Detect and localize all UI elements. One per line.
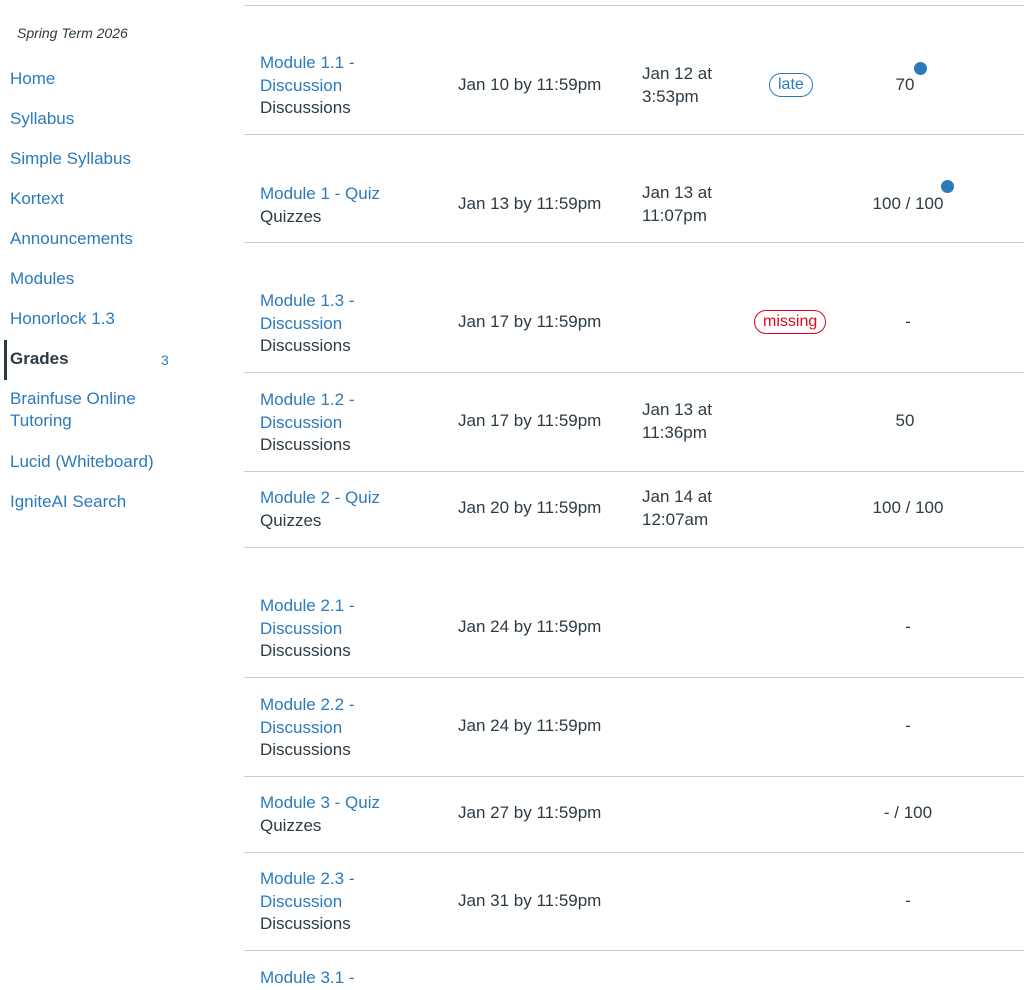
course-navigation: Spring Term 2026 Home Syllabus Simple Sy… (0, 0, 240, 988)
assignment-title-link[interactable]: Discussion (260, 618, 355, 641)
due-date: Jan 24 by 11:59pm (458, 617, 602, 636)
nav-announcements[interactable]: Announcements (10, 228, 210, 250)
row-separator (244, 547, 1024, 548)
submitted-date-line: Jan 13 at (642, 183, 712, 202)
due-date: Jan 27 by 11:59pm (458, 803, 602, 822)
assignment-name-cell: Module 2.3 - Discussion Discussions (260, 868, 355, 936)
assignment-type: Discussions (260, 435, 351, 454)
due-date: Jan 20 by 11:59pm (458, 498, 602, 517)
assignment-type: Discussions (260, 641, 351, 660)
submitted-date: Jan 14 at 12:07am (642, 486, 712, 531)
score: 50 (895, 411, 915, 430)
nav-kortext[interactable]: Kortext (10, 188, 210, 210)
assignment-type: Quizzes (260, 815, 322, 835)
assignment-type: Discussions (260, 336, 351, 355)
row-separator (244, 372, 1024, 373)
assignment-name-cell: Module 2.2 - Discussion Discussions (260, 694, 355, 762)
submitted-date: Jan 13 at 11:07pm (642, 182, 712, 227)
score: - (905, 891, 911, 910)
row-separator (244, 242, 1024, 243)
assignment-title-link[interactable]: Module 3.1 - (260, 967, 355, 990)
assignment-name-cell: Module 1.2 - Discussion Discussions (260, 389, 355, 457)
assignment-type: Discussions (260, 740, 351, 759)
due-date: Jan 31 by 11:59pm (458, 891, 602, 910)
nav-syllabus[interactable]: Syllabus (10, 108, 210, 130)
assignment-type: Discussions (260, 914, 351, 933)
nav-simple-syllabus[interactable]: Simple Syllabus (10, 148, 210, 170)
unread-indicator-icon (941, 180, 954, 193)
submitted-date-line: 11:36pm (642, 422, 707, 442)
nav-brainfuse-tutoring[interactable]: Brainfuse Online Tutoring (10, 388, 210, 432)
nav-home[interactable]: Home (10, 68, 210, 90)
due-date: Jan 17 by 11:59pm (458, 411, 602, 430)
assignment-title-link[interactable]: Module 1.3 - (260, 290, 355, 313)
assignment-type: Quizzes (260, 206, 322, 226)
row-separator (244, 950, 1024, 951)
submitted-date-line: Jan 14 at (642, 487, 712, 506)
due-date: Jan 13 by 11:59pm (458, 194, 602, 213)
assignment-name-cell: Module 3 - Quiz Quizzes (260, 792, 380, 837)
assignment-title-link[interactable]: Module 1 - Quiz (260, 183, 380, 206)
assignment-title-link[interactable]: Module 2.1 - (260, 595, 355, 618)
active-indicator (4, 340, 7, 380)
score: - (905, 617, 911, 636)
unread-indicator-icon (914, 62, 927, 75)
score: 70 (895, 75, 915, 94)
submitted-date-line: Jan 12 at (642, 64, 712, 83)
nav-modules[interactable]: Modules (10, 268, 210, 290)
assignment-type: Quizzes (260, 510, 322, 530)
submitted-date: Jan 12 at 3:53pm (642, 63, 712, 108)
score: 100 / 100 (872, 194, 944, 213)
assignment-title-link[interactable]: Module 2.2 - (260, 694, 355, 717)
row-separator (244, 5, 1024, 6)
row-separator (244, 471, 1024, 472)
score: - / 100 (883, 803, 933, 822)
assignment-title-link[interactable]: Discussion (260, 313, 355, 336)
assignment-type: Discussions (260, 98, 351, 117)
assignment-name-cell: Module 1.1 - Discussion Discussions (260, 52, 355, 120)
row-separator (244, 852, 1024, 853)
score: - (905, 312, 911, 331)
assignment-name-cell: Module 1.3 - Discussion Discussions (260, 290, 355, 358)
assignment-title-link[interactable]: Discussion (260, 891, 355, 914)
row-separator (244, 677, 1024, 678)
score: 100 / 100 (872, 498, 944, 517)
assignment-title-link[interactable]: Module 2 - Quiz (260, 487, 380, 510)
assignment-name-cell: Module 3.1 - (260, 967, 355, 990)
score: - (905, 716, 911, 735)
submitted-date-line: 12:07am (642, 509, 709, 529)
due-date: Jan 17 by 11:59pm (458, 312, 602, 331)
assignment-title-link[interactable]: Module 1.2 - (260, 389, 355, 412)
due-date: Jan 24 by 11:59pm (458, 716, 602, 735)
assignment-title-link[interactable]: Discussion (260, 75, 355, 98)
assignment-name-cell: Module 1 - Quiz Quizzes (260, 183, 380, 228)
assignment-title-link[interactable]: Discussion (260, 412, 355, 435)
submitted-date: Jan 13 at 11:36pm (642, 399, 712, 444)
assignment-title-link[interactable]: Module 1.1 - (260, 52, 355, 75)
nav-grades[interactable]: Grades (10, 348, 210, 370)
assignment-title-link[interactable]: Discussion (260, 717, 355, 740)
grades-count-badge: 3 (161, 352, 169, 368)
nav-ignite-ai-search[interactable]: IgniteAI Search (10, 491, 210, 513)
nav-honorlock[interactable]: Honorlock 1.3 (10, 308, 210, 330)
term-label: Spring Term 2026 (17, 25, 128, 41)
assignment-title-link[interactable]: Module 2.3 - (260, 868, 355, 891)
submitted-date-line: Jan 13 at (642, 400, 712, 419)
assignment-name-cell: Module 2.1 - Discussion Discussions (260, 595, 355, 663)
due-date: Jan 10 by 11:59pm (458, 75, 602, 94)
submitted-date-line: 11:07pm (642, 205, 707, 225)
assignment-title-link[interactable]: Module 3 - Quiz (260, 792, 380, 815)
assignment-name-cell: Module 2 - Quiz Quizzes (260, 487, 380, 532)
submitted-date-line: 3:53pm (642, 86, 699, 106)
row-separator (244, 134, 1024, 135)
nav-lucid-whiteboard[interactable]: Lucid (Whiteboard) (10, 451, 210, 473)
row-separator (244, 776, 1024, 777)
